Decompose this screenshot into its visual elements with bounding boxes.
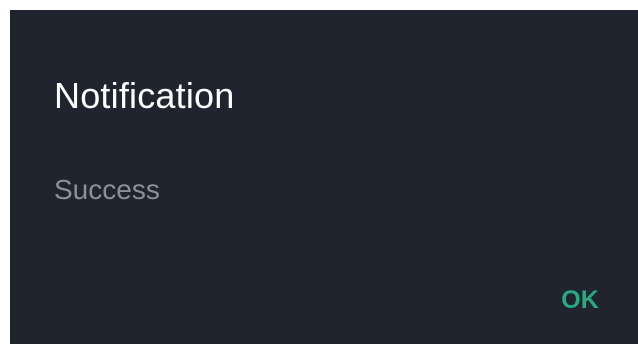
ok-button[interactable]: OK (540, 278, 620, 322)
dialog-title: Notification (54, 75, 235, 116)
dialog-message: Success (54, 174, 160, 205)
notification-dialog: Notification Success OK (10, 10, 638, 344)
